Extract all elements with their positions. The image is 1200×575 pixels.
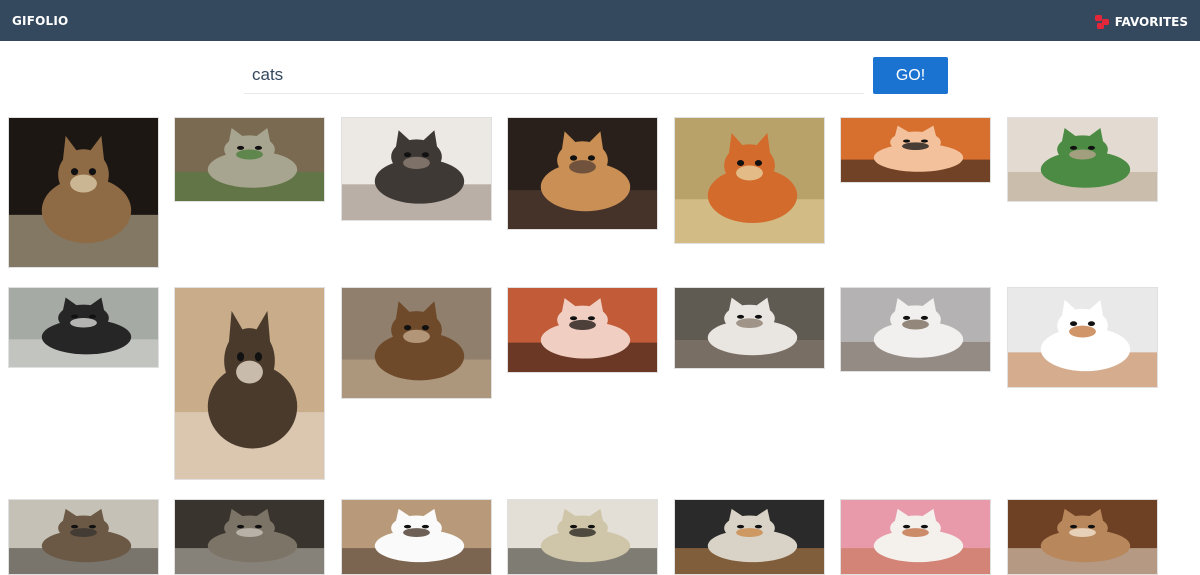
gif-cats-pink-hoodie[interactable]: [840, 499, 991, 575]
gif-woman-laughing-puppets[interactable]: [507, 287, 658, 373]
gif-thumbnail-image: [508, 288, 657, 372]
gif-thumbnail-image: [841, 118, 990, 182]
gif-thumbnail-image: [508, 500, 657, 574]
gif-thumbnail-image: [675, 118, 824, 243]
top-navbar: GIFOLIO FAVORITES: [0, 0, 1200, 41]
gif-thumbnail-image: [675, 288, 824, 368]
go-button[interactable]: GO!: [873, 57, 948, 94]
gif-kittens-dj-turntables[interactable]: [674, 499, 825, 575]
gif-thumbnail-image: [342, 118, 491, 220]
favorites-label: FAVORITES: [1114, 15, 1188, 29]
gif-cats-crowd-floor[interactable]: [8, 287, 159, 368]
gif-cats-couch[interactable]: [507, 117, 658, 230]
gif-thumbnail-image: [1008, 500, 1157, 574]
gif-cats-watermelon-hats[interactable]: [1007, 117, 1158, 202]
gif-cat-motorcycle[interactable]: [8, 117, 159, 268]
gif-thumbnail-image: [175, 288, 324, 479]
gif-thumbnail-image: [1008, 288, 1157, 387]
search-input[interactable]: [244, 57, 864, 94]
gif-thumbnail-image: [675, 500, 824, 574]
gif-cats-cuddling[interactable]: [341, 499, 492, 575]
gif-cat-bathroom[interactable]: [507, 499, 658, 575]
gif-cat-sleeping-ledge[interactable]: [674, 287, 825, 369]
gif-cats-fighting-pavement[interactable]: [341, 287, 492, 399]
gif-thumbnail-image: [841, 500, 990, 574]
gif-cat-blur-dark[interactable]: [174, 499, 325, 575]
gif-thumbnail-image: [1008, 118, 1157, 201]
gif-thumbnail-image: [342, 288, 491, 398]
gif-thumbnail-image: [9, 288, 158, 367]
gif-thumbnail-image: [9, 500, 158, 574]
gif-cat-holding-pole[interactable]: [174, 287, 325, 480]
gif-thumbnail-image: [9, 118, 158, 267]
favorites-link[interactable]: FAVORITES: [1094, 13, 1188, 31]
gif-kittens-row[interactable]: [8, 499, 159, 575]
gif-cats-lightsabers[interactable]: [174, 117, 325, 202]
favorites-icon: [1094, 15, 1109, 29]
brand-logo[interactable]: GIFOLIO: [12, 14, 68, 28]
gif-thumbnail-image: [508, 118, 657, 229]
gif-orange-cats-painting[interactable]: [674, 117, 825, 244]
gif-thumbnail-image: [342, 500, 491, 574]
gif-thumbnail-image: [175, 500, 324, 574]
gif-kittens-hallway[interactable]: [1007, 499, 1158, 575]
gif-cartoon-kittens[interactable]: [840, 117, 991, 183]
gif-white-kitten[interactable]: [1007, 287, 1158, 388]
gif-thumbnail-image: [841, 288, 990, 371]
gif-thumbnail-image: [175, 118, 324, 201]
gif-cat-stairs[interactable]: [341, 117, 492, 221]
gif-white-cat-paws[interactable]: [840, 287, 991, 372]
